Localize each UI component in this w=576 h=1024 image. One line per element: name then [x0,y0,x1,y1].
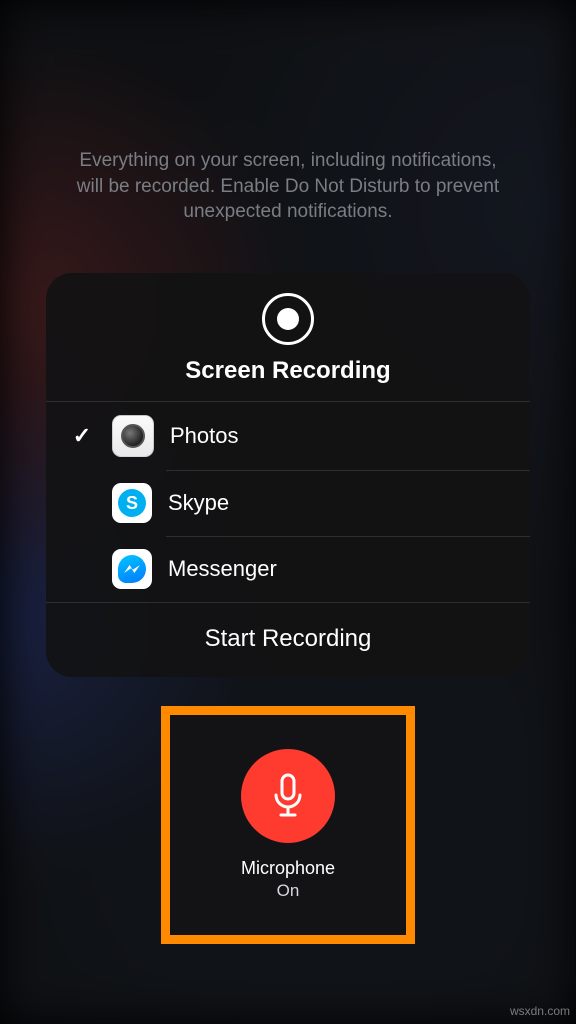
app-list: ✓ Photos S Skype Messenger [46,402,530,602]
app-row-skype[interactable]: S Skype [46,470,530,536]
microphone-toggle[interactable]: Microphone On [161,706,415,944]
photos-app-icon [112,415,154,457]
microphone-label: Microphone On [241,857,335,901]
microphone-button[interactable] [241,749,335,843]
selection-indicator: ✓ [68,423,96,449]
microphone-state: On [241,880,335,901]
skype-app-icon: S [112,483,152,523]
app-row-photos[interactable]: ✓ Photos [46,402,530,470]
microphone-icon [268,773,308,819]
app-label: Skype [168,490,229,516]
panel-header: Screen Recording [46,273,530,401]
app-row-messenger[interactable]: Messenger [46,536,530,602]
app-label: Photos [170,423,239,449]
recording-info-text: Everything on your screen, including not… [68,148,508,225]
checkmark-icon: ✓ [73,423,91,449]
messenger-app-icon [112,549,152,589]
record-icon [262,293,314,345]
microphone-label-text: Microphone [241,858,335,878]
screen-recording-panel: Screen Recording ✓ Photos S Skype Messen… [46,273,530,677]
watermark: wsxdn.com [510,1004,570,1018]
app-label: Messenger [168,556,277,582]
start-recording-button[interactable]: Start Recording [46,603,530,677]
panel-title: Screen Recording [185,357,390,385]
